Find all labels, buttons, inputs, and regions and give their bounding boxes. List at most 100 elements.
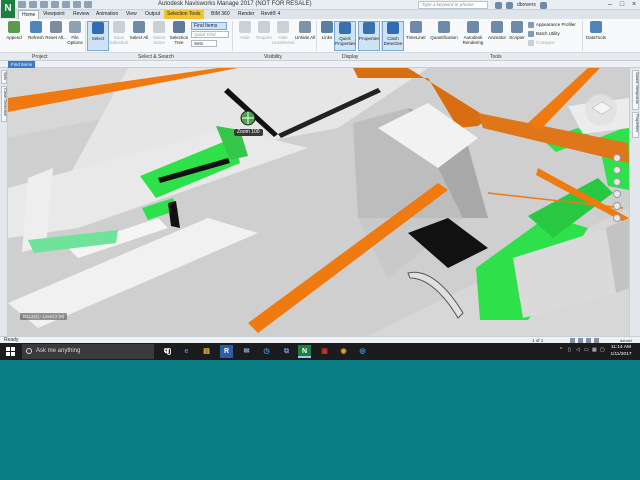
sets-dropdown[interactable]: Sets: [191, 40, 217, 47]
tab-revit[interactable]: Revit® 4: [258, 10, 283, 19]
new-icon[interactable]: [18, 1, 26, 8]
task-view-icon[interactable]: ⧉: [160, 345, 173, 358]
animator-button[interactable]: Animator: [486, 21, 508, 51]
tab-home[interactable]: Home: [18, 10, 40, 19]
quick-properties-button[interactable]: Quick Properties: [334, 21, 356, 51]
autodesk-rendering-button[interactable]: Autodesk Rendering: [461, 21, 485, 51]
tab-animation[interactable]: Animation: [93, 10, 121, 19]
mail-icon[interactable]: ✉: [240, 345, 253, 358]
window-title: Autodesk Navisworks Manage 2017 (NOT FOR…: [158, 1, 312, 7]
open-icon[interactable]: [29, 1, 37, 8]
select-same-button[interactable]: Select Same: [148, 21, 170, 51]
status-bar: Ready 1 of 1 dshxtd: [0, 336, 640, 343]
redo-icon[interactable]: [73, 1, 81, 8]
tab-review[interactable]: Review: [70, 10, 92, 19]
3d-viewport[interactable]: Zoom 100 B1L2(4) - Level 2 (8): [8, 68, 629, 336]
undo-icon[interactable]: [62, 1, 70, 8]
binoculars-icon[interactable]: [495, 1, 502, 9]
volume-icon[interactable]: ◁: [576, 347, 581, 353]
keyboard-icon[interactable]: ▦: [592, 347, 597, 353]
steering-wheel-icon[interactable]: [613, 154, 621, 162]
user-name[interactable]: dbowers: [517, 2, 536, 8]
save-selection-button[interactable]: Save Selection: [108, 21, 130, 51]
panel-label-visibility: Visibility: [264, 54, 282, 60]
clash-icon: [387, 22, 399, 34]
chrome-icon[interactable]: ◉: [337, 345, 350, 358]
app-logo[interactable]: N: [1, 0, 15, 18]
select-all-button[interactable]: Select All: [128, 21, 150, 51]
pan-icon[interactable]: [613, 166, 621, 174]
selection-tree-button[interactable]: Selection Tree: [168, 21, 190, 51]
help-icon[interactable]: [539, 1, 547, 9]
saved-viewpoints-side-tab[interactable]: Saved Viewpoints: [632, 70, 640, 110]
select-button[interactable]: Select: [87, 21, 109, 51]
scripter-button[interactable]: Scripter: [506, 21, 528, 51]
subscription-icon[interactable]: [506, 1, 513, 9]
screen-recorder-icon[interactable]: ◎: [356, 345, 369, 358]
zoom-tooltip: Zoom 100: [234, 129, 263, 136]
ribbon-tabs: Home Viewpoint Review Animation View Out…: [0, 10, 640, 19]
revit-icon[interactable]: R: [220, 345, 233, 358]
title-bar: Autodesk Navisworks Manage 2017 (NOT FOR…: [0, 0, 640, 10]
battery-icon[interactable]: ▭: [584, 347, 589, 353]
quick-find-input[interactable]: Quick Find: [191, 31, 229, 38]
file-explorer-icon[interactable]: ▤: [200, 345, 213, 358]
taskbar-search[interactable]: Ask me anything: [22, 344, 171, 359]
skype-icon[interactable]: ◷: [260, 345, 273, 358]
notification-icon[interactable]: ▢: [600, 347, 605, 353]
close-icon[interactable]: ×: [628, 0, 640, 10]
walk-icon[interactable]: [613, 214, 621, 222]
tab-selection-tools[interactable]: Selection Tools: [164, 10, 204, 19]
windows-start-icon[interactable]: [6, 347, 15, 356]
find-items-tab[interactable]: Find Items: [8, 61, 36, 68]
properties-icon: [363, 22, 375, 34]
edge-icon[interactable]: e: [180, 345, 193, 358]
unhide-all-button[interactable]: Unhide All: [294, 21, 316, 51]
print-icon[interactable]: [51, 1, 59, 8]
datatools-button[interactable]: DataTools: [585, 21, 607, 51]
tab-output[interactable]: Output: [142, 10, 163, 19]
tab-render[interactable]: Render: [235, 10, 257, 19]
refresh-icon: [30, 21, 42, 33]
select-icon[interactable]: [84, 1, 92, 8]
clash-detective-side-tab[interactable]: Clash Detective: [1, 86, 8, 122]
refresh-button[interactable]: Refresh: [25, 21, 47, 51]
panel-label-select-search[interactable]: Select & Search: [138, 53, 174, 61]
minimize-icon[interactable]: –: [604, 0, 616, 10]
timeliner-button[interactable]: TimeLiner: [405, 21, 427, 51]
rendering-icon: [467, 21, 479, 33]
tab-view[interactable]: View: [123, 10, 140, 19]
hide-unselected-button[interactable]: Hide Unselected: [272, 21, 295, 51]
network-icon[interactable]: ▯: [568, 347, 573, 353]
look-icon[interactable]: [613, 202, 621, 210]
outlook-icon[interactable]: ⧉: [280, 345, 293, 358]
appearance-profiler-button[interactable]: Appearance Profiler: [528, 21, 576, 28]
batch-utility-button[interactable]: Batch Utility: [528, 30, 560, 37]
taskbar-clock[interactable]: 11:14 AM 1/11/2017: [606, 345, 636, 358]
find-items-button[interactable]: Find Items: [191, 22, 227, 30]
file-options-button[interactable]: File Options: [64, 21, 86, 51]
properties-side-tab[interactable]: Properties: [632, 112, 640, 138]
hide-icon: [239, 21, 251, 33]
tab-viewpoint[interactable]: Viewpoint: [40, 10, 68, 19]
help-search-input[interactable]: Type a keyword or phrase: [418, 1, 488, 9]
panel-divider: [85, 21, 86, 51]
tab-bim360[interactable]: BIM 360: [208, 10, 233, 19]
append-button[interactable]: Append: [3, 21, 25, 51]
save-selection-icon: [113, 21, 125, 33]
file-options-icon: [69, 21, 81, 33]
properties-button[interactable]: Properties: [358, 21, 380, 51]
maximize-icon[interactable]: □: [616, 0, 628, 10]
quantification-button[interactable]: Quantification: [430, 21, 458, 51]
appearance-profiler-icon: [528, 21, 534, 28]
orbit-icon[interactable]: [613, 190, 621, 198]
sets-side-tab[interactable]: Sets: [1, 70, 8, 84]
chevron-up-icon[interactable]: ^: [560, 347, 565, 353]
compare-button[interactable]: Compare: [528, 39, 555, 46]
powerpoint-icon[interactable]: ▣: [318, 345, 331, 358]
zoom-icon[interactable]: [613, 178, 621, 186]
panel-label-project[interactable]: Project: [32, 53, 48, 61]
navisworks-icon[interactable]: N: [298, 345, 311, 358]
clash-detective-button[interactable]: Clash Detective: [382, 21, 404, 51]
save-icon[interactable]: [40, 1, 48, 8]
